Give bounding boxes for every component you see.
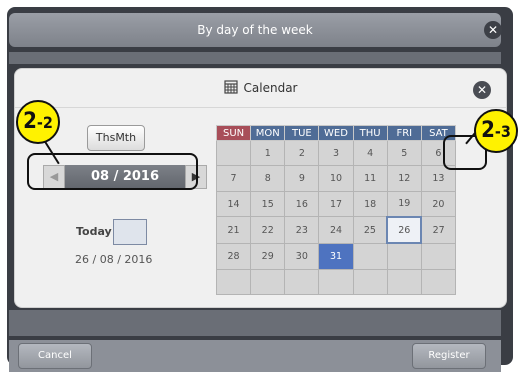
weekday-header: SUN (215, 125, 252, 141)
calendar-empty-cell (386, 242, 422, 270)
calendar-empty-cell (215, 139, 252, 167)
calendar-day-cell[interactable]: 28 (215, 242, 252, 270)
weekday-header: THU (352, 125, 388, 141)
dialog-header: Calendar (15, 69, 506, 108)
weekday-header: MON (250, 125, 286, 141)
calendar-empty-cell (386, 268, 422, 296)
calendar-day-cell[interactable]: 21 (215, 216, 252, 244)
calendar-day-cell[interactable]: 10 (318, 165, 354, 192)
calendar-day-cell[interactable]: 17 (318, 190, 354, 218)
calendar-day-cell[interactable]: 7 (215, 165, 252, 192)
calendar-day-cell[interactable]: 15 (250, 190, 286, 218)
callout-badge-main: 2 (23, 109, 37, 134)
calendar-empty-cell (352, 268, 388, 296)
calendar-empty-cell (352, 242, 388, 270)
calendar-day-cell[interactable]: 22 (250, 216, 286, 244)
calendar-day-cell[interactable]: 5 (386, 139, 422, 167)
calendar-week-row: 14 15 16 17 18 19 20 (215, 190, 457, 218)
calendar-day-cell[interactable]: 2 (284, 139, 320, 167)
calendar-day-cell[interactable]: 27 (420, 216, 457, 244)
today-button[interactable] (113, 219, 147, 245)
calendar-day-cell[interactable]: 20 (420, 190, 457, 218)
calendar-week-row: 123456 (215, 139, 457, 167)
calendar-empty-cell (215, 268, 252, 296)
calendar-day-cell[interactable]: 1 (250, 139, 286, 167)
window-title-bar: By day of the week ✕ (9, 13, 502, 47)
callout-badge-main: 2 (481, 118, 495, 143)
calendar-empty-cell (318, 268, 354, 296)
register-button[interactable]: Register (412, 343, 486, 369)
calendar-day-cell[interactable]: 24 (318, 216, 354, 244)
close-icon[interactable]: ✕ (473, 81, 491, 99)
calendar-day-cell[interactable]: 18 (352, 190, 388, 218)
calendar-day-cell[interactable]: 12 (386, 165, 422, 192)
calendar-empty-cell (284, 268, 320, 296)
calendar-day-cell[interactable]: 25 (352, 216, 388, 244)
background-band (9, 52, 501, 64)
calendar-day-cell[interactable]: 3 (318, 139, 354, 167)
calendar-empty-cell (250, 268, 286, 296)
weekday-header: WED (318, 125, 354, 141)
weekday-header-row: SUN MON TUE WED THU FRI SAT (215, 125, 457, 141)
weekday-header: FRI (386, 125, 422, 141)
callout-badge: 2-3 (474, 109, 518, 153)
callout-box (27, 153, 198, 190)
calendar-day-cell[interactable]: 19 (386, 190, 422, 218)
calendar-week-row: 21 22 23 24 25 26 27 (215, 215, 457, 245)
this-month-button[interactable]: ThsMth (87, 125, 145, 151)
weekday-header: TUE (284, 125, 320, 141)
background-band (9, 310, 501, 336)
calendar-day-cell[interactable]: 30 (284, 242, 320, 270)
calendar-day-cell[interactable]: 31 (318, 242, 354, 270)
today-date: 26 / 08 / 2016 (75, 253, 153, 266)
window-title: By day of the week (197, 23, 313, 37)
calendar-day-cell[interactable]: 11 (352, 165, 388, 192)
cancel-button[interactable]: Cancel (18, 343, 92, 369)
callout-badge-sub: -3 (494, 122, 511, 141)
calendar-day-cell[interactable]: 4 (352, 139, 388, 167)
calendar-day-cell[interactable]: 14 (215, 190, 252, 218)
calendar-week-row (215, 268, 457, 296)
callout-badge: 2-2 (16, 100, 60, 144)
calendar-icon (223, 71, 238, 94)
today-label: Today (76, 225, 112, 238)
callout-badge-sub: -2 (36, 113, 53, 132)
calendar-day-cell[interactable]: 23 (284, 216, 320, 244)
calendar-empty-cell (420, 242, 457, 270)
calendar-day-cell[interactable]: 26 (386, 215, 423, 245)
calendar-day-cell[interactable]: 29 (250, 242, 286, 270)
calendar-week-row: 28 29 30 31 (215, 242, 457, 270)
calendar-week-row: 7 8 9 10 11 12 13 (215, 165, 457, 192)
dialog-title: Calendar (243, 81, 298, 95)
close-icon[interactable]: ✕ (484, 21, 502, 39)
calendar-day-cell[interactable]: 9 (284, 165, 320, 192)
calendar-empty-cell (420, 268, 457, 296)
calendar-day-cell[interactable]: 16 (284, 190, 320, 218)
calendar-day-cell[interactable]: 8 (250, 165, 286, 192)
calendar-grid: SUN MON TUE WED THU FRI SAT 1 2 3 4 5 6 7 8 9 10 1… (215, 125, 457, 296)
